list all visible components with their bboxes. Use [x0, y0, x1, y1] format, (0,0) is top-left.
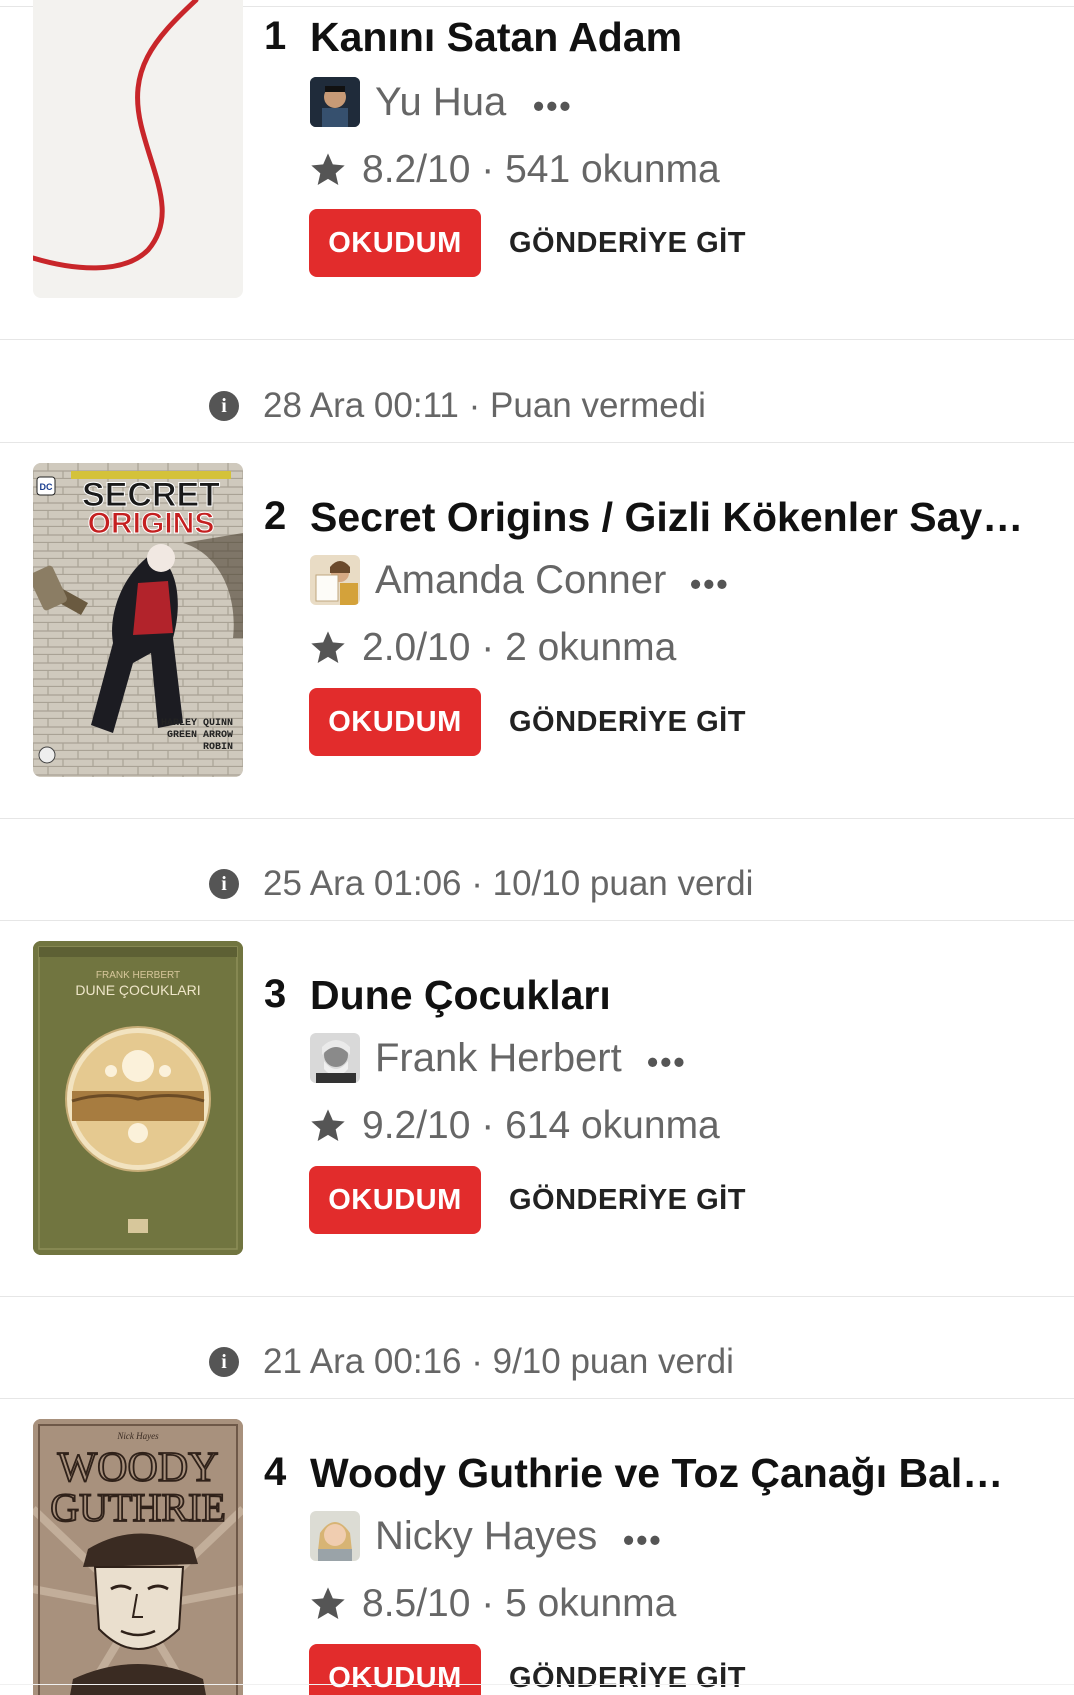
read-button[interactable]: OKUDUM	[309, 1166, 481, 1234]
rating-text: 9.2/10 · 614 okunma	[362, 1104, 720, 1147]
more-options-icon[interactable]: •••	[623, 1522, 663, 1559]
cover-dc-logo: DC	[40, 482, 53, 492]
rating-row: 2.0/10 · 2 okunma	[308, 626, 676, 670]
activity-meta: i 25 Ara 01:06 · 10/10 puan verdi	[0, 854, 1074, 914]
go-to-post-button[interactable]: GÖNDERİYE GİT	[509, 1644, 746, 1695]
author-avatar[interactable]	[310, 555, 360, 605]
author-avatar[interactable]	[310, 77, 360, 127]
divider	[0, 818, 1074, 819]
rating-text: 2.0/10 · 2 okunma	[362, 626, 677, 669]
book-rank: 2	[264, 494, 287, 538]
rating-text: 8.5/10 · 5 okunma	[362, 1582, 677, 1625]
rating-text: 8.2/10 · 541 okunma	[362, 148, 720, 191]
read-button[interactable]: OKUDUM	[309, 209, 481, 277]
star-icon	[311, 1109, 345, 1141]
book-title[interactable]: Kanını Satan Adam	[310, 14, 682, 61]
cover-credit-green-arrow: GREEN ARROW	[167, 730, 233, 741]
book-title[interactable]: Secret Origins / Gizli Kökenler Sayı 4	[310, 494, 1026, 541]
divider	[0, 1398, 1074, 1399]
star-icon	[311, 153, 345, 185]
author-avatar[interactable]	[310, 1511, 360, 1561]
star-icon	[311, 1587, 345, 1619]
activity-meta: i 28 Ara 00:11 · Puan vermedi	[0, 376, 1074, 436]
more-options-icon[interactable]: •••	[647, 1044, 687, 1081]
author-avatar[interactable]	[310, 1033, 360, 1083]
cover-credit-robin: ROBIN	[203, 742, 233, 753]
cover-title-origins: ORIGINS	[88, 507, 215, 540]
cover-title: DUNE ÇOCUKLARI	[75, 982, 200, 998]
activity-meta: i 21 Ara 00:16 · 9/10 puan verdi	[0, 1332, 1074, 1392]
divider	[0, 442, 1074, 443]
author-name[interactable]: Yu Hua	[375, 80, 506, 125]
cover-credit: Nick Hayes	[116, 1431, 159, 1441]
book-rank: 4	[264, 1450, 287, 1494]
more-options-icon[interactable]: •••	[690, 566, 730, 603]
bottom-fade	[0, 1684, 1074, 1685]
book-title[interactable]: Woody Guthrie ve Toz Çanağı Baladl...	[310, 1450, 1026, 1497]
author-name[interactable]: Amanda Conner	[375, 558, 666, 603]
divider	[0, 920, 1074, 921]
author-name[interactable]: Frank Herbert	[375, 1036, 622, 1081]
rating-row: 9.2/10 · 614 okunma	[308, 1104, 720, 1148]
divider	[0, 1296, 1074, 1297]
read-button[interactable]: OKUDUM	[309, 1644, 481, 1695]
cover-author: FRANK HERBERT	[96, 970, 180, 981]
book-rank: 1	[264, 14, 287, 58]
activity-meta-text: 21 Ara 00:16 · 9/10 puan verdi	[263, 1342, 734, 1381]
cover-credit-harley-quinn: HARLEY QUINN	[161, 718, 233, 729]
go-to-post-button[interactable]: GÖNDERİYE GİT	[509, 209, 746, 277]
book-rank: 3	[264, 972, 287, 1016]
rating-row: 8.2/10 · 541 okunma	[308, 148, 720, 192]
rating-row: 8.5/10 · 5 okunma	[308, 1582, 676, 1626]
go-to-post-button[interactable]: GÖNDERİYE GİT	[509, 1166, 746, 1234]
book-cover[interactable]	[33, 0, 243, 298]
book-cover[interactable]: FRANK HERBERT DUNE ÇOCUKLARI	[33, 941, 243, 1255]
divider	[0, 339, 1074, 340]
reading-list: 1 Kanını Satan Adam Yu Hua ••• 8.2/10 · …	[0, 0, 1074, 1695]
info-icon[interactable]: i	[209, 1347, 239, 1377]
cover-title-guthrie: GUTHRIE	[50, 1485, 226, 1530]
info-icon[interactable]: i	[209, 391, 239, 421]
read-button[interactable]: OKUDUM	[309, 688, 481, 756]
info-icon[interactable]: i	[209, 869, 239, 899]
go-to-post-button[interactable]: GÖNDERİYE GİT	[509, 688, 746, 756]
book-cover[interactable]: Nick Hayes WOODY GUTHRIE	[33, 1419, 243, 1695]
star-icon	[311, 631, 345, 663]
author-name[interactable]: Nicky Hayes	[375, 1514, 597, 1559]
activity-meta-text: 28 Ara 00:11 · Puan vermedi	[263, 386, 706, 425]
book-cover[interactable]: SECRET ORIGINS DC HARLEY QUINN GREEN ARR…	[33, 463, 243, 777]
more-options-icon[interactable]: •••	[533, 88, 573, 125]
activity-meta-text: 25 Ara 01:06 · 10/10 puan verdi	[263, 864, 754, 903]
book-title[interactable]: Dune Çocukları	[310, 972, 611, 1019]
